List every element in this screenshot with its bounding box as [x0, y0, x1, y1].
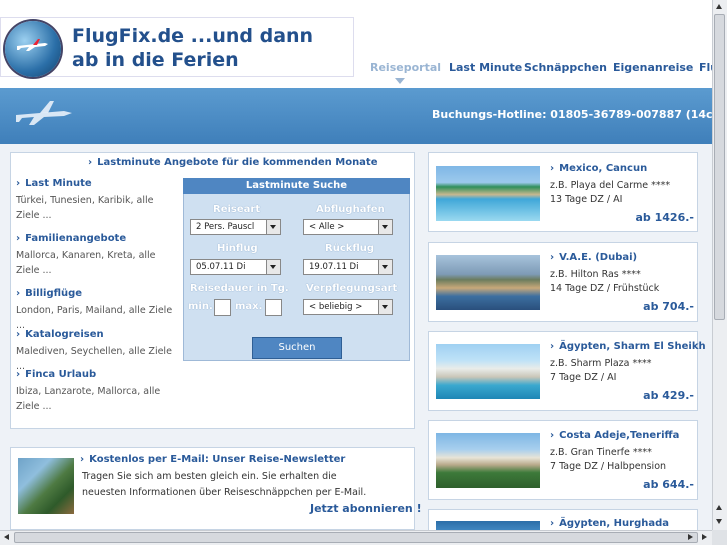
offer-price: ab 429.- [643, 389, 694, 402]
chevron-right-icon: › [550, 518, 555, 529]
logo-text: FlugFix.de ...und dann ab in die Ferien [72, 24, 313, 72]
airplane-logo-icon [17, 39, 48, 51]
chevron-right-icon: › [16, 233, 21, 244]
offer-title[interactable]: › Ägypten, Sharm El Sheikh [550, 341, 706, 352]
chevron-right-icon: › [550, 252, 555, 263]
nav-eigenanreise[interactable]: Eigenanreise [613, 61, 693, 74]
offer-image [436, 166, 540, 221]
verpflegung-label: Verpflegungsart [306, 283, 398, 294]
hinflug-label: Hinflug [217, 243, 258, 254]
scroll-right-step-icon[interactable] [688, 534, 693, 540]
newsletter-title[interactable]: › Kostenlos per E-Mail: Unser Reise-Newsl… [80, 454, 345, 465]
offer-hotel: z.B. Sharm Plaza **** [550, 358, 652, 369]
vertical-scroll-thumb[interactable] [714, 14, 725, 320]
site-logo[interactable]: FlugFix.de ...und dann ab in die Ferien [0, 17, 354, 77]
airplane-banner-icon [16, 101, 72, 125]
nav-last-minute[interactable]: Last Minute [449, 61, 522, 74]
chevron-down-icon [378, 300, 392, 314]
offer-duration: 7 Tage DZ / AI [550, 372, 617, 383]
chevron-right-icon: › [16, 329, 21, 340]
newsletter-image [18, 458, 74, 514]
offer-duration: 7 Tage DZ / Halbpension [550, 461, 667, 472]
category-finca-urlaub[interactable]: › Finca Urlaub [16, 369, 96, 380]
chevron-right-icon: › [80, 454, 85, 465]
offer-hotel: z.B. Hilton Ras **** [550, 269, 641, 280]
rueckflug-label: Rückflug [325, 243, 375, 254]
category-billigfluege[interactable]: › Billigflüge [16, 288, 82, 299]
chevron-down-icon [266, 220, 280, 234]
chevron-right-icon: › [16, 369, 21, 380]
offer-image [436, 255, 540, 310]
category-familienangebote[interactable]: › Familienangebote [16, 233, 126, 244]
scroll-up-step-icon[interactable] [716, 505, 722, 510]
reisedauer-label: Reisedauer in Tg. [190, 283, 289, 294]
chevron-right-icon: › [16, 178, 21, 189]
category-last-minute[interactable]: › Last Minute [16, 178, 92, 189]
scroll-down-icon[interactable] [716, 519, 722, 524]
category-desc: Ibiza, Lanzarote, Mallorca, alle Ziele .… [16, 386, 161, 412]
offer-title[interactable]: › Ägypten, Hurghada [550, 518, 669, 529]
booking-hotline: Buchungs-Hotline: 01805-36789-007887 (14… [432, 108, 727, 121]
chevron-down-icon [378, 220, 392, 234]
chevron-right-icon: › [550, 163, 555, 174]
hinflug-select[interactable]: 05.07.11 Di [190, 259, 281, 275]
nav-schnaeppchen[interactable]: Schnäppchen [524, 61, 607, 74]
offer-hotel: z.B. Gran Tinerfe **** [550, 447, 652, 458]
scrollbar-corner [712, 530, 727, 545]
offer-image [436, 344, 540, 399]
logo-line2: ab in die Ferien [72, 49, 239, 71]
max-days-input[interactable] [265, 299, 282, 316]
lastminute-header[interactable]: › Lastminute Angebote für die kommenden M… [88, 157, 378, 168]
offer-price: ab 1426.- [635, 211, 695, 224]
scroll-right-icon[interactable] [702, 534, 707, 540]
chevron-right-icon: › [16, 288, 21, 299]
category-katalogreisen[interactable]: › Katalogreisen [16, 329, 104, 340]
abflughafen-select[interactable]: < Alle > [303, 219, 393, 235]
category-desc: Mallorca, Kanaren, Kreta, alle Ziele ... [16, 250, 156, 276]
min-days-input[interactable] [214, 299, 231, 316]
nav-reiseportal[interactable]: Reiseportal [370, 61, 441, 74]
search-button[interactable]: Suchen [252, 337, 342, 359]
offer-title[interactable]: › Mexico, Cancun [550, 163, 647, 174]
search-title: Lastminute Suche [183, 178, 410, 194]
offer-price: ab 644.- [643, 478, 694, 491]
chevron-right-icon: › [550, 341, 555, 352]
active-nav-indicator-icon [395, 78, 405, 84]
newsletter-text: Tragen Sie sich am besten gleich ein. Si… [82, 471, 367, 498]
category-desc: Türkei, Tunesien, Karibik, alle Ziele ..… [16, 195, 154, 221]
offer-image [436, 433, 540, 488]
chevron-right-icon: › [88, 157, 93, 168]
scroll-left-icon[interactable] [4, 534, 9, 540]
chevron-down-icon [266, 260, 280, 274]
reiseart-label: Reiseart [213, 204, 261, 215]
subscribe-link[interactable]: Jetzt abonnieren ! [310, 502, 422, 515]
chevron-down-icon [378, 260, 392, 274]
rueckflug-select[interactable]: 19.07.11 Di [303, 259, 393, 275]
abflughafen-label: Abflughafen [316, 204, 385, 215]
reiseart-select[interactable]: 2 Pers. Pauscl [190, 219, 281, 235]
horizontal-scroll-thumb[interactable] [14, 532, 698, 543]
offer-image [436, 521, 540, 530]
offer-title[interactable]: › V.A.E. (Dubai) [550, 252, 637, 263]
offer-title[interactable]: › Costa Adeje,Teneriffa [550, 430, 679, 441]
offer-price: ab 704.- [643, 300, 694, 313]
offer-hotel: z.B. Playa del Carme **** [550, 180, 671, 191]
logo-line1: FlugFix.de ...und dann [72, 25, 314, 47]
offer-duration: 13 Tage DZ / AI [550, 194, 623, 205]
offer-duration: 14 Tage DZ / Frühstück [550, 283, 660, 294]
verpflegung-select[interactable]: < beliebig > [303, 299, 393, 315]
max-label: max. [235, 301, 263, 312]
chevron-right-icon: › [550, 430, 555, 441]
min-label: min. [188, 301, 213, 312]
scroll-up-icon[interactable] [716, 4, 722, 9]
